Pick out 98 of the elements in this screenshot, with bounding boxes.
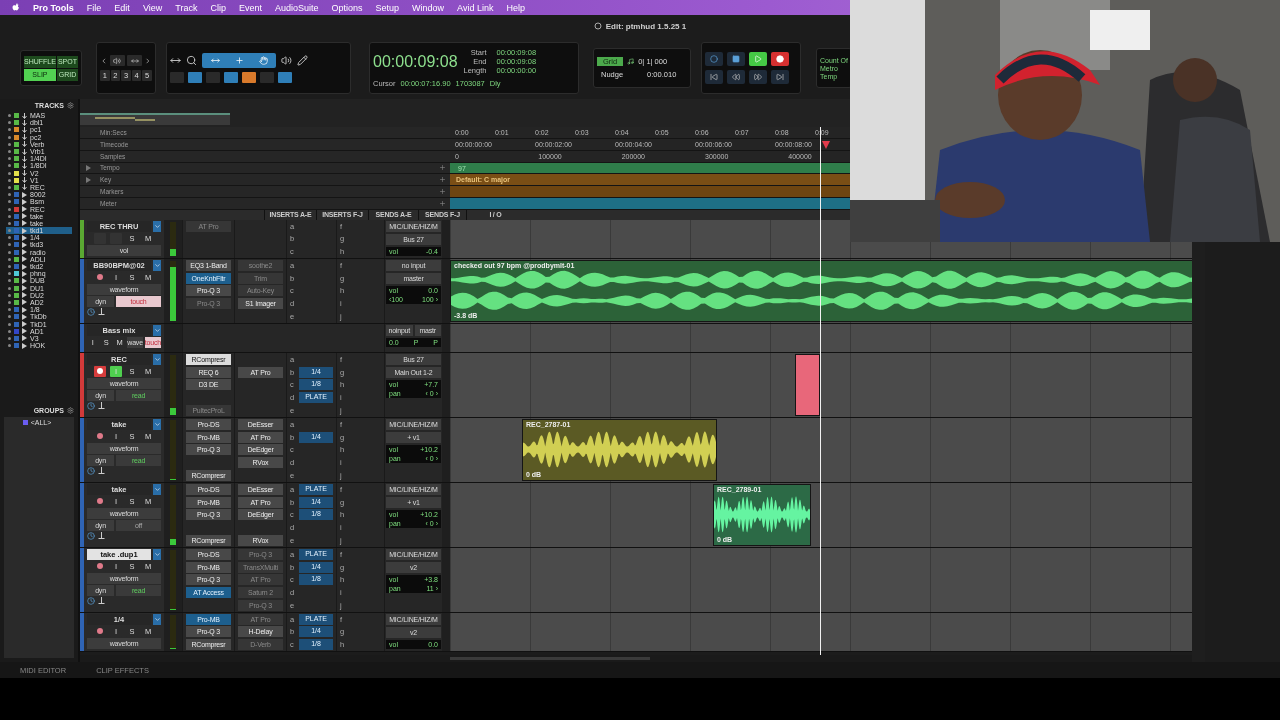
record-dot-icon bbox=[97, 368, 103, 375]
go-to-end-icon[interactable] bbox=[771, 70, 789, 84]
show-dot-icon bbox=[8, 142, 11, 146]
menu-item[interactable]: Edit bbox=[114, 2, 130, 13]
record-dot-icon bbox=[97, 498, 103, 505]
stop-button[interactable] bbox=[727, 52, 745, 66]
search-icon[interactable] bbox=[186, 55, 197, 66]
settings-icon[interactable] bbox=[67, 407, 74, 414]
add-icon[interactable] bbox=[439, 188, 446, 196]
menu-item[interactable]: Window bbox=[412, 2, 445, 13]
show-dot-icon bbox=[8, 250, 11, 254]
menu-item[interactable]: Options bbox=[331, 2, 363, 13]
show-dot-icon bbox=[8, 336, 11, 340]
show-dot-icon bbox=[8, 243, 11, 247]
zoom-in-icon[interactable] bbox=[144, 56, 152, 65]
track-menu-caret-icon[interactable] bbox=[153, 418, 161, 430]
add-icon[interactable] bbox=[439, 200, 446, 207]
record-dot-icon bbox=[97, 274, 103, 281]
overview-waveform-icon bbox=[95, 117, 155, 121]
record-icon bbox=[776, 55, 784, 63]
show-dot-icon bbox=[8, 322, 11, 326]
show-dot-icon bbox=[8, 121, 11, 125]
speaker-icon[interactable] bbox=[281, 55, 292, 66]
menu-item[interactable]: AudioSuite bbox=[274, 2, 319, 13]
settings-icon[interactable] bbox=[67, 102, 74, 109]
show-dot-icon bbox=[8, 135, 11, 139]
menu-item[interactable]: Clip bbox=[210, 2, 226, 13]
show-dot-icon bbox=[8, 185, 11, 189]
waveform-zoom-icon[interactable] bbox=[127, 55, 143, 66]
menu-item[interactable]: Help bbox=[506, 2, 525, 13]
show-dot-icon bbox=[8, 315, 11, 319]
menu-item[interactable]: File bbox=[86, 2, 102, 13]
app-menu[interactable]: Pro Tools bbox=[33, 2, 74, 13]
input-icon[interactable] bbox=[98, 308, 105, 316]
show-dot-icon bbox=[8, 229, 11, 233]
pencil-icon[interactable] bbox=[297, 55, 308, 66]
show-dot-icon bbox=[8, 308, 11, 312]
show-dot-icon bbox=[8, 265, 11, 269]
zoom-toggle-icon[interactable] bbox=[170, 55, 181, 66]
show-dot-icon bbox=[8, 221, 11, 225]
show-dot-icon bbox=[8, 178, 11, 182]
waveform-zoom-icon[interactable] bbox=[109, 55, 125, 66]
track-menu-caret-icon[interactable] bbox=[153, 259, 161, 271]
online-button[interactable] bbox=[705, 52, 723, 66]
show-dot-icon bbox=[8, 128, 11, 132]
show-dot-icon bbox=[8, 344, 11, 348]
input-icon[interactable] bbox=[98, 467, 105, 475]
show-dot-icon bbox=[8, 272, 11, 276]
show-dot-icon bbox=[8, 300, 11, 304]
menu-item[interactable]: Event bbox=[238, 2, 262, 13]
add-icon[interactable] bbox=[439, 176, 446, 184]
show-dot-icon bbox=[8, 150, 11, 154]
menu-item[interactable]: Track bbox=[175, 2, 198, 13]
show-dot-icon bbox=[8, 286, 11, 290]
track-menu-caret-icon[interactable] bbox=[153, 324, 161, 336]
track-menu-caret-icon[interactable] bbox=[153, 483, 161, 495]
record-dot-icon bbox=[97, 563, 103, 570]
add-icon[interactable] bbox=[439, 164, 446, 172]
menu-item[interactable]: Setup bbox=[375, 2, 400, 13]
track-menu-caret-icon[interactable] bbox=[153, 220, 161, 232]
show-dot-icon bbox=[8, 171, 11, 175]
show-dot-icon bbox=[8, 157, 11, 161]
show-dot-icon bbox=[8, 114, 11, 118]
play-icon bbox=[754, 55, 762, 63]
rewind-icon[interactable] bbox=[727, 70, 745, 84]
input-icon[interactable] bbox=[98, 532, 105, 540]
note-icon bbox=[627, 58, 635, 65]
return-to-start-icon[interactable] bbox=[705, 70, 723, 84]
track-menu-caret-icon[interactable] bbox=[153, 548, 161, 560]
show-dot-icon bbox=[8, 193, 11, 197]
record-enable-button[interactable] bbox=[94, 365, 106, 377]
show-dot-icon bbox=[8, 279, 11, 283]
window-title: Edit: ptmhud 1.5.25 1 bbox=[605, 21, 687, 31]
record-dot-icon bbox=[97, 628, 103, 635]
menu-item[interactable]: View bbox=[142, 2, 163, 13]
main-counter: 00:00:09:08 bbox=[373, 52, 458, 71]
show-dot-icon bbox=[8, 257, 11, 261]
record-button[interactable] bbox=[771, 52, 789, 66]
show-dot-icon bbox=[8, 207, 11, 211]
stop-icon bbox=[732, 55, 740, 63]
show-dot-icon bbox=[8, 200, 11, 204]
window-icon bbox=[593, 22, 602, 30]
zoom-out-icon[interactable] bbox=[100, 56, 108, 65]
record-dot-icon bbox=[97, 433, 103, 440]
input-icon[interactable] bbox=[98, 597, 105, 605]
show-dot-icon bbox=[8, 214, 11, 218]
show-dot-icon bbox=[8, 293, 11, 297]
overview-bar[interactable] bbox=[80, 113, 230, 125]
circle-icon bbox=[710, 55, 718, 63]
fast-forward-icon[interactable] bbox=[749, 70, 767, 84]
input-icon[interactable] bbox=[98, 402, 105, 410]
show-dot-icon bbox=[8, 164, 11, 168]
menu-item[interactable]: Avid Link bbox=[457, 2, 494, 13]
apple-logo-icon[interactable] bbox=[12, 3, 20, 12]
track-menu-caret-icon[interactable] bbox=[153, 353, 161, 365]
show-dot-icon bbox=[8, 329, 11, 333]
track-menu-caret-icon[interactable] bbox=[153, 613, 161, 625]
show-dot-icon bbox=[8, 236, 11, 240]
